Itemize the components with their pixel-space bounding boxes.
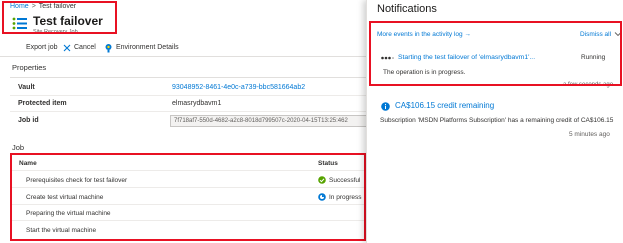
vault-label: Vault — [18, 84, 35, 91]
properties-divider — [10, 77, 366, 78]
in-progress-icon — [318, 193, 326, 201]
properties-heading: Properties — [12, 63, 47, 72]
notification-description: The operation is in progress. — [383, 69, 466, 76]
job-step-name: Start the virtual machine — [26, 227, 97, 234]
status-column-header[interactable]: Status — [318, 160, 338, 167]
protected-item-value: elmasrydbavm1 — [172, 100, 222, 107]
job-step-status: In progress — [318, 193, 362, 201]
environment-icon — [105, 43, 112, 52]
check-circle-icon — [318, 176, 326, 184]
environment-details-label: Environment Details — [116, 44, 179, 51]
chevron-down-icon[interactable] — [614, 30, 622, 38]
job-step-status: Successful — [318, 176, 360, 184]
row-divider — [10, 220, 366, 221]
job-step-name: Preparing the virtual machine — [26, 210, 111, 217]
page-subtitle: Site Recovery Job — [33, 29, 78, 35]
notification-time: 5 minutes ago — [569, 131, 610, 138]
vault-row-divider — [10, 95, 366, 96]
job-step-status-text: In progress — [329, 193, 362, 201]
table-header-divider — [10, 170, 366, 171]
breadcrumb-current: Test failover — [38, 3, 77, 10]
notification-status: Running — [581, 54, 606, 61]
notifications-title: Notifications — [377, 3, 437, 15]
dismiss-all-button[interactable]: Dismiss all — [580, 31, 611, 38]
cancel-button[interactable]: Cancel — [63, 42, 96, 53]
job-list-icon — [12, 17, 27, 30]
notification-description: Subscription 'MSDN Platforms Subscriptio… — [380, 117, 614, 124]
close-icon — [63, 44, 71, 51]
cancel-label: Cancel — [74, 44, 96, 51]
job-step-name: Create test virtual machine — [26, 194, 104, 201]
protected-item-row-divider — [10, 111, 366, 112]
environment-details-button[interactable]: Environment Details — [104, 42, 179, 53]
breadcrumb-separator: > — [31, 3, 36, 10]
notification-time: a few seconds ago — [563, 82, 614, 88]
page-title: Test failover — [33, 14, 103, 28]
job-id-label: Job id — [18, 117, 39, 124]
job-id-field[interactable]: 7f718af7-550d-4682-a2c8-8018d799507c-202… — [170, 115, 370, 127]
info-icon — [381, 102, 390, 111]
job-heading: Job — [12, 143, 25, 152]
protected-item-label: Protected item — [18, 100, 67, 107]
loading-dots-icon — [381, 56, 394, 60]
job-step-name: Prerequisites check for test failover — [26, 177, 128, 184]
export-job-label: Export job — [26, 44, 58, 51]
activity-log-link[interactable]: More events in the activity log → — [377, 31, 471, 38]
breadcrumb-home-link[interactable]: Home — [10, 3, 29, 10]
notification-title[interactable]: Starting the test failover of 'elmasrydb… — [398, 54, 535, 61]
notification-title[interactable]: CA$106.15 credit remaining — [395, 101, 494, 110]
toolbar-divider — [0, 56, 366, 57]
name-column-header[interactable]: Name — [19, 160, 37, 167]
row-divider — [10, 187, 366, 188]
vault-link[interactable]: 93048952-8461-4e0c-a739-bbc581664ab2 — [172, 84, 305, 91]
breadcrumb: Home > Test failover — [10, 3, 76, 10]
job-step-status-text: Successful — [329, 176, 361, 184]
export-job-button[interactable]: Export job — [26, 42, 58, 53]
row-divider — [10, 204, 366, 205]
